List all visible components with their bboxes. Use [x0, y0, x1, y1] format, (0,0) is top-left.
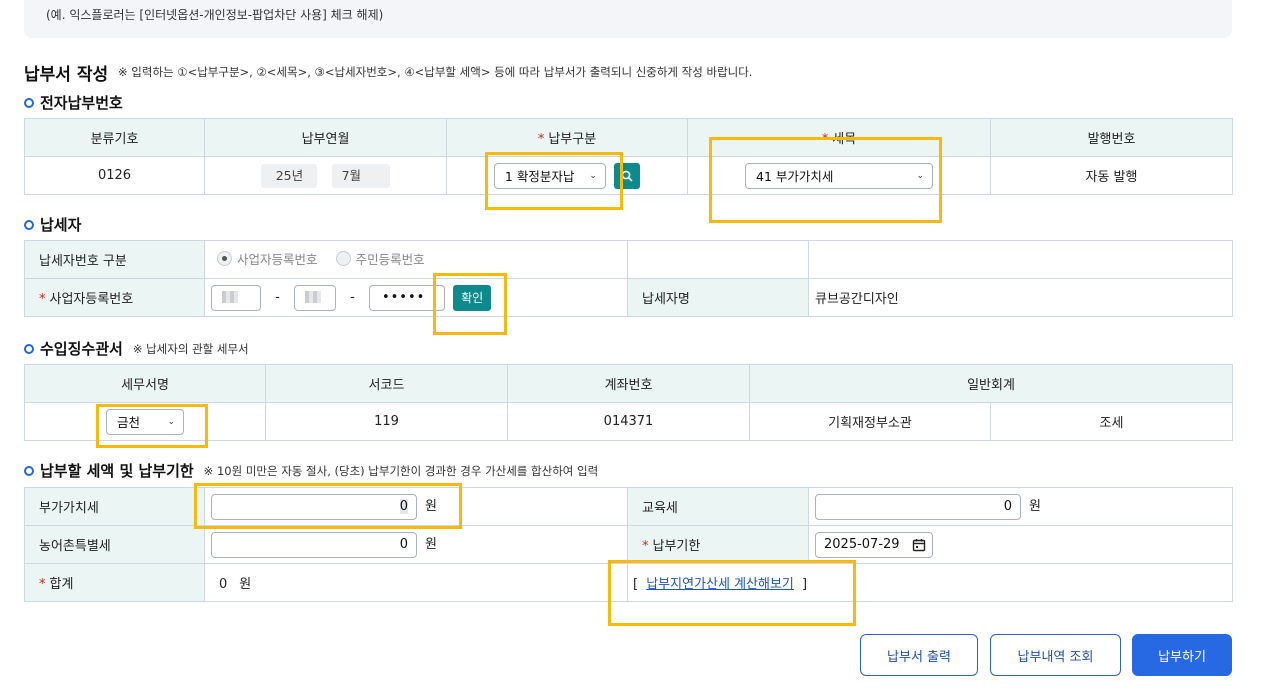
bracket-close: ]: [802, 577, 808, 592]
education-tax-cell: 0원: [808, 487, 1233, 526]
radio-business-number[interactable]: 사업자등록번호: [217, 249, 318, 268]
vat-cell: 0원: [204, 487, 628, 526]
masked-digits: [222, 291, 238, 303]
dash-separator: -: [275, 289, 280, 305]
header-general-accounting: 일반회계: [749, 364, 1233, 403]
header-tax-item: * 세목: [687, 118, 991, 157]
required-mark: *: [537, 132, 545, 147]
deadline-label: * 납부기한: [627, 525, 809, 564]
header-class-code: 분류기호: [24, 118, 205, 157]
section-note: ※ 납세자의 관할 세무서: [132, 341, 249, 356]
calendar-icon: [912, 538, 926, 551]
search-button[interactable]: [614, 162, 641, 189]
tax-item-cell: 41 부가가치세 ⌄: [687, 156, 991, 195]
taxpayer-name-label: 납세자명: [627, 278, 809, 317]
header-office-code: 서코드: [265, 364, 508, 403]
accounting-ministry-value: 기획재정부소관: [749, 402, 991, 441]
id-type-cell: 사업자등록번호 주민등록번호: [204, 240, 628, 279]
header-payment-type: * 납부구분: [446, 118, 688, 157]
section-title-taxpayer: 납세자: [24, 214, 81, 235]
section-bullet-icon: [24, 97, 34, 108]
popup-notice-text: (예. 익스플로러는 [인터넷옵션-개인정보-팝업차단 사용] 체크 해제): [46, 8, 384, 22]
header-issue-number: 발행번호: [990, 118, 1233, 157]
chevron-down-icon: ⌄: [167, 416, 175, 427]
total-value: 0: [219, 577, 228, 592]
total-label: * 합계: [24, 563, 205, 602]
pay-button[interactable]: 납부하기: [1132, 634, 1232, 676]
payment-type-select[interactable]: 1 확정분자납 ⌄: [493, 162, 606, 189]
section-note: ※ 10원 미만은 자동 절사, (당초) 납부기한이 경과한 경우 가산세를 …: [203, 463, 599, 478]
section-title-electronic-payment: 전자납부번호: [24, 92, 123, 113]
empty-cell: [808, 240, 1233, 279]
office-name-cell: 금천 ⌄: [24, 402, 266, 441]
unit-won: 원: [1029, 498, 1041, 514]
payment-history-button[interactable]: 납부내역 조회: [990, 634, 1121, 676]
biz-number-cell: - - ••••• 확인: [204, 278, 628, 317]
header-account-number: 계좌번호: [507, 364, 750, 403]
popup-notice-box: (예. 익스플로러는 [인터넷옵션-개인정보-팝업차단 사용] 체크 해제): [24, 0, 1232, 38]
unit-won: 원: [239, 577, 252, 592]
masked-digits: [304, 291, 321, 303]
vat-input[interactable]: 0: [211, 493, 417, 520]
issue-number-value: 자동 발행: [990, 156, 1233, 195]
unit-won: 원: [425, 536, 437, 552]
section-bullet-icon: [24, 465, 34, 476]
office-name-select[interactable]: 금천 ⌄: [106, 408, 184, 435]
total-cell: 0원: [204, 563, 628, 602]
rural-special-tax-cell: 0원: [204, 525, 628, 564]
rural-special-tax-input[interactable]: 0: [211, 531, 417, 558]
tax-item-select[interactable]: 41 부가가치세 ⌄: [745, 162, 933, 189]
section-bullet-icon: [24, 219, 34, 230]
header-office-name: 세무서명: [24, 364, 266, 403]
biz-number-part3-input[interactable]: •••••: [368, 284, 445, 311]
account-number-value: 014371: [507, 402, 750, 441]
radio-resident-number[interactable]: 주민등록번호: [335, 249, 425, 268]
page-description: ※ 입력하는 ①<납부구분>, ②<세목>, ③<납세자번호>, ④<납부할 세…: [118, 65, 753, 79]
education-tax-label: 교육세: [627, 487, 809, 526]
section-title-collection-office: 수입징수관서 ※ 납세자의 관할 세무서: [24, 338, 249, 359]
accounting-tax-value: 조세: [990, 402, 1233, 441]
dash-separator: -: [350, 289, 355, 305]
required-mark: *: [39, 292, 46, 307]
biz-number-part2-input[interactable]: [293, 284, 336, 311]
required-mark: *: [821, 132, 829, 147]
required-mark: *: [39, 577, 46, 592]
radio-dot: [217, 251, 232, 266]
payment-month-field: 7월: [331, 163, 390, 188]
vat-label: 부가가치세: [24, 487, 205, 526]
section-title-tax-amount: 납부할 세액 및 납부기한 ※ 10원 미만은 자동 절사, (당초) 납부기한…: [24, 460, 598, 481]
id-type-label: 납세자번호 구분: [24, 240, 205, 279]
collection-office-table: 세무서명 서코드 계좌번호 일반회계 금천 ⌄ 119 014371 기획재정부…: [24, 364, 1233, 441]
tax-amount-table: 부가가치세 0원 교육세 0원 농어촌특별세 0원 * 납부기한 2025-07-…: [24, 487, 1233, 602]
section-bullet-icon: [24, 343, 34, 354]
payment-year-field: 25년: [261, 163, 318, 188]
confirm-button[interactable]: 확인: [453, 284, 492, 311]
office-code-value: 119: [265, 402, 508, 441]
rural-special-tax-label: 농어촌특별세: [24, 525, 205, 564]
chevron-down-icon: ⌄: [916, 170, 924, 181]
biz-number-label: * 사업자등록번호: [24, 278, 205, 317]
taxpayer-table: 납세자번호 구분 사업자등록번호 주민등록번호 * 사업자등록번호 - - •••…: [24, 240, 1233, 317]
education-tax-input[interactable]: 0: [815, 493, 1021, 520]
search-icon: [621, 170, 633, 182]
class-code-value: 0126: [24, 156, 205, 195]
unit-won: 원: [425, 498, 437, 514]
late-fee-cell: [ 납부지연가산세 계산해보기 ]: [627, 563, 1233, 602]
biz-number-part1-input[interactable]: [211, 284, 261, 311]
page-title: 납부서 작성: [24, 65, 109, 85]
payment-month-cell: 25년 7월: [204, 156, 447, 195]
taxpayer-name-value: 큐브공간디자인: [808, 278, 1233, 317]
radio-dot: [335, 251, 351, 266]
late-fee-calculator-link[interactable]: 납부지연가산세 계산해보기: [646, 577, 794, 592]
payment-type-cell: 1 확정분자납 ⌄: [446, 156, 688, 195]
chevron-down-icon: ⌄: [589, 170, 597, 181]
bracket-open: [: [633, 577, 639, 592]
deadline-date-input[interactable]: 2025-07-29: [815, 531, 933, 558]
deadline-cell: 2025-07-29: [808, 525, 1233, 564]
empty-cell: [627, 240, 809, 279]
electronic-payment-table: 분류기호 납부연월 * 납부구분 * 세목 발행번호 0126 25년 7월 1 확…: [24, 118, 1233, 195]
header-payment-month: 납부연월: [204, 118, 447, 157]
print-payment-slip-button[interactable]: 납부서 출력: [860, 634, 978, 676]
required-mark: *: [642, 539, 649, 554]
